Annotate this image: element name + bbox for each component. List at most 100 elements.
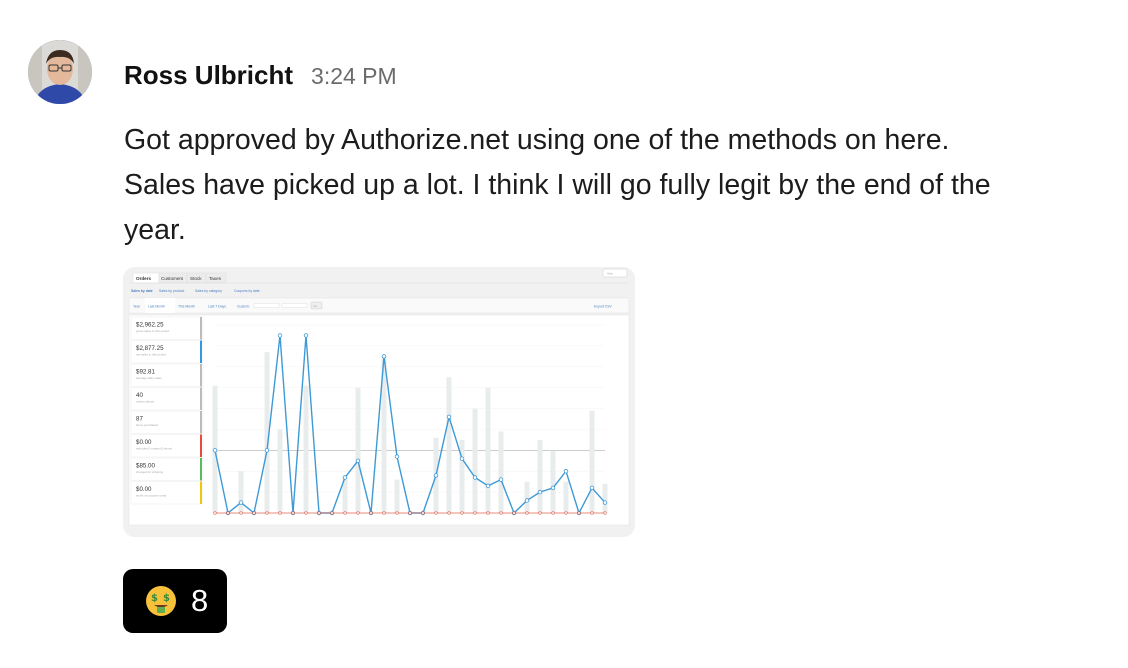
chart-bar: [550, 450, 556, 513]
chart-bar: [394, 479, 400, 513]
chart-bar: [472, 408, 478, 513]
series-point-refunds: [408, 511, 412, 515]
series-point-refunds: [278, 511, 282, 515]
avatar-image: [28, 40, 92, 104]
stat-value: 40: [136, 392, 143, 399]
series-point-sales: [550, 485, 556, 491]
tab-stock[interactable]: Stock: [190, 276, 202, 281]
range-custom[interactable]: Custom:: [237, 305, 250, 309]
stat-value: $2,877.25: [136, 345, 164, 352]
stat-color-marker: [200, 481, 202, 504]
date-to-input[interactable]: [281, 303, 308, 308]
chart-bar: [238, 471, 244, 513]
series-point-refunds: [538, 511, 542, 515]
series-point-sales: [472, 475, 478, 480]
reaction-count: 8: [191, 583, 209, 618]
chart-bar: [446, 377, 452, 513]
chart-bar: [498, 431, 504, 513]
series-point-refunds: [304, 511, 308, 515]
image-attachment[interactable]: Orders Customers Stock Taxes Help Sales …: [123, 267, 635, 537]
series-point-refunds: [252, 511, 256, 515]
chart-bar: [589, 410, 595, 513]
series-point-refunds: [499, 511, 503, 515]
stat-color-marker: [200, 411, 202, 434]
stat-label: worth of coupons used: [136, 494, 167, 498]
reaction-button[interactable]: $ $ 8: [123, 569, 227, 633]
stat-value: $2,962.25: [136, 322, 164, 329]
series-point-refunds: [226, 511, 230, 515]
message-line: year.: [124, 214, 186, 246]
author-name[interactable]: Ross Ulbricht: [124, 60, 293, 91]
stat-label: orders placed: [136, 400, 155, 404]
tab-customers[interactable]: Customers: [161, 276, 184, 281]
series-point-sales: [355, 458, 361, 463]
subnav-coupons-by-date[interactable]: Coupons by date: [234, 289, 260, 293]
series-point-sales: [264, 448, 270, 453]
series-point-refunds: [265, 511, 269, 515]
series-point-sales: [394, 454, 400, 459]
series-point-sales: [212, 448, 218, 453]
range-year[interactable]: Year: [133, 305, 141, 309]
stat-label: net sales in this period: [136, 353, 166, 357]
range-last-7-days[interactable]: Last 7 Days: [208, 305, 226, 309]
series-point-refunds: [434, 511, 438, 515]
stat-value: $92.81: [136, 369, 155, 376]
series-point-sales: [563, 469, 569, 474]
series-point-refunds: [460, 511, 464, 515]
series-point-sales: [459, 456, 465, 461]
stat-label: charged for shipping: [136, 470, 164, 474]
series-point-refunds: [356, 511, 360, 515]
tab-taxes[interactable]: Taxes: [209, 276, 222, 281]
series-point-sales: [381, 354, 387, 359]
stat-value: $0.00: [136, 486, 152, 493]
stat-color-marker: [200, 434, 202, 457]
range-this-month[interactable]: This Month: [178, 305, 195, 309]
message-line: Got approved by Authorize.net using one …: [124, 124, 950, 156]
series-point-sales: [485, 483, 491, 489]
series-point-sales: [277, 333, 283, 338]
stat-label: items purchased: [136, 423, 158, 427]
chart-bar: [485, 387, 491, 513]
stat-color-marker: [200, 340, 202, 363]
help-button[interactable]: Help: [607, 272, 613, 276]
series-point-refunds: [239, 511, 243, 515]
message-line: Sales have picked up a lot. I think I wi…: [124, 169, 991, 201]
timestamp[interactable]: 3:24 PM: [311, 63, 397, 90]
svg-text:$: $: [151, 593, 158, 604]
chart-bar: [563, 481, 569, 513]
series-point-sales: [498, 477, 504, 482]
series-point-sales: [238, 500, 244, 505]
series-point-refunds: [512, 511, 516, 515]
series-point-refunds: [447, 511, 451, 515]
series-point-refunds: [421, 511, 425, 515]
series-point-refunds: [213, 511, 217, 515]
series-point-sales: [524, 498, 530, 503]
series-point-sales: [446, 414, 452, 420]
chart-bar: [524, 481, 530, 513]
series-point-refunds: [551, 511, 555, 515]
series-point-sales: [602, 500, 608, 505]
export-csv-link[interactable]: Export CSV: [594, 305, 612, 309]
subnav-sales-by-product[interactable]: Sales by product: [159, 289, 184, 293]
subnav-sales-by-category[interactable]: Sales by category: [195, 289, 222, 293]
avatar[interactable]: [28, 40, 92, 104]
tab-orders[interactable]: Orders: [136, 276, 152, 281]
stat-color-marker: [200, 317, 202, 340]
series-point-refunds: [473, 511, 477, 515]
series-point-refunds: [343, 511, 347, 515]
stat-label: gross sales in this period: [136, 329, 169, 333]
chart-bar: [277, 429, 283, 513]
series-point-refunds: [603, 511, 607, 515]
stat-color-marker: [200, 364, 202, 387]
date-from-input[interactable]: [253, 303, 280, 308]
series-point-refunds: [369, 511, 373, 515]
go-button[interactable]: Go: [314, 304, 318, 308]
stat-value: $85.00: [136, 463, 155, 470]
subnav-sales-by-date[interactable]: Sales by date: [131, 289, 153, 293]
stat-value: 87: [136, 416, 143, 423]
series-point-sales: [433, 473, 439, 478]
series-point-refunds: [317, 511, 321, 515]
range-last-month[interactable]: Last Month: [148, 305, 165, 309]
series-point-sales: [537, 489, 543, 495]
series-point-sales: [303, 333, 309, 338]
